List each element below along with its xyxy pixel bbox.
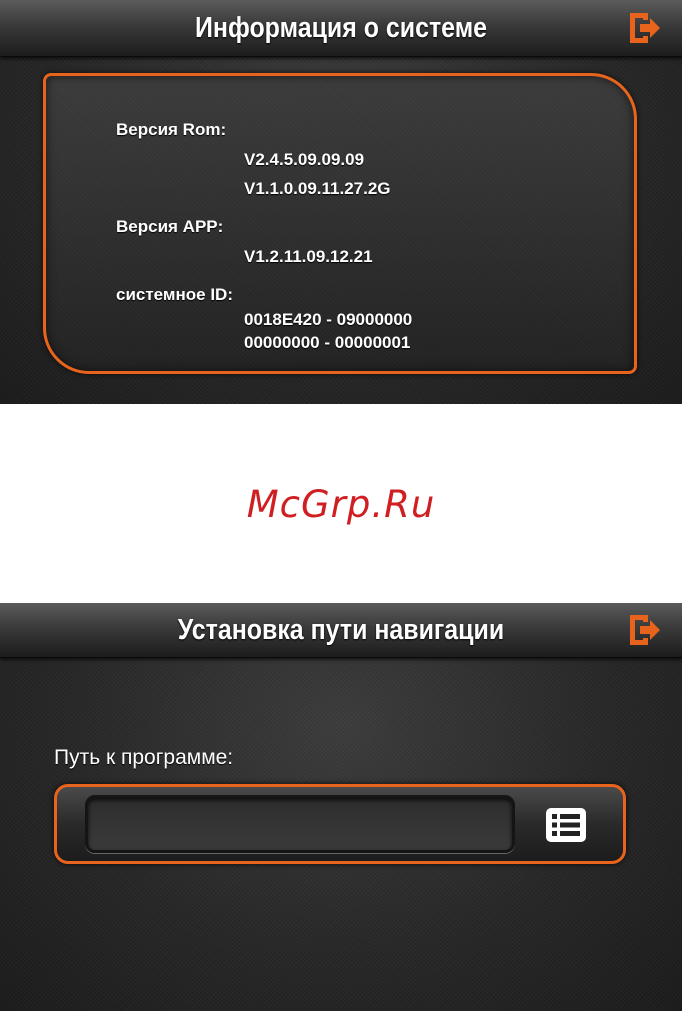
rom-version-value: V2.4.5.09.09.09 (244, 150, 365, 169)
app-version-value: V1.2.11.09.12.21 (244, 247, 373, 266)
rom-version-label: Версия Rom: (116, 120, 227, 139)
system-id-label: системное ID: (116, 285, 233, 304)
browse-button[interactable] (545, 807, 587, 843)
page-title: Установка пути навигации (177, 613, 505, 646)
system-id-value: 00000000 - 00000001 (244, 333, 411, 352)
exit-arrow-icon (630, 615, 660, 645)
exit-arrow-icon (630, 13, 660, 43)
program-path-label: Путь к программе: (54, 746, 234, 769)
rom-version-value: V1.1.0.09.11.27.2G (244, 179, 391, 198)
title-bar: Информация о системе (0, 0, 682, 57)
system-info-screen: Информация о системе Версия Rom: V2.4.5.… (0, 0, 682, 404)
page-title: Информация о системе (194, 11, 488, 44)
list-icon (546, 808, 586, 842)
navigation-path-screen: Установка пути навигации Путь к программ… (0, 603, 682, 1011)
program-path-input[interactable] (85, 795, 515, 853)
title-bar: Установка пути навигации (0, 603, 682, 658)
watermark: McGrp.Ru (246, 483, 436, 526)
app-version-label: Версия APP: (116, 217, 224, 236)
exit-button[interactable] (626, 9, 664, 47)
exit-button[interactable] (626, 611, 664, 649)
path-field-container (54, 784, 626, 864)
info-panel: Версия Rom: V2.4.5.09.09.09 V1.1.0.09.11… (43, 73, 637, 374)
system-id-value: 0018E420 - 09000000 (244, 310, 413, 329)
